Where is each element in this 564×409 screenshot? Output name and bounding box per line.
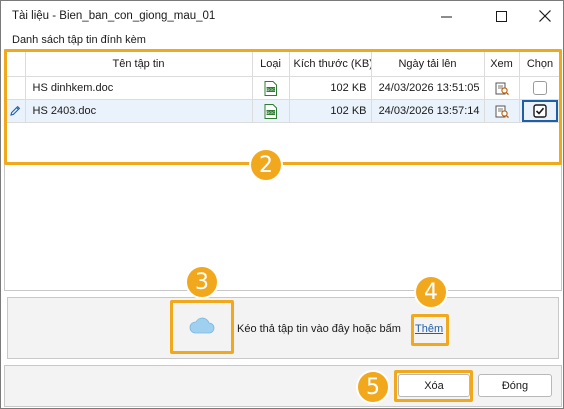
view-file-icon[interactable] — [495, 82, 509, 95]
file-size: 102 KB — [288, 76, 372, 100]
close-icon — [539, 10, 551, 22]
file-type-cell: DOC — [251, 76, 290, 100]
window-title: Tài liệu - Bien_ban_con_giong_mau_01 — [12, 10, 216, 22]
close-dialog-button[interactable]: Đóng — [478, 374, 552, 397]
table-row[interactable]: HS dinhkem.doc DOC 102 KB 24/03/2026 13:… — [5, 76, 562, 100]
minimize-icon — [440, 16, 452, 17]
svg-text:DOC: DOC — [266, 110, 275, 115]
column-header-select[interactable]: Chọn — [518, 50, 562, 77]
file-size: 102 KB — [288, 99, 372, 123]
edit-pencil-icon — [9, 105, 20, 116]
column-header-date[interactable]: Ngày tải lên — [370, 50, 485, 77]
delete-button[interactable]: Xóa — [398, 374, 470, 397]
callout-badge-5: 5 — [356, 370, 390, 404]
table-header-row: Tên tập tin Loại Kích thước (KB) Ngày tả… — [5, 50, 562, 77]
callout-badge-4: 4 — [414, 275, 448, 309]
column-header-size[interactable]: Kích thước (KB) — [288, 50, 372, 77]
select-cell — [518, 76, 562, 100]
minimize-button[interactable] — [429, 1, 463, 31]
callout-badge-3: 3 — [185, 265, 219, 299]
upload-date: 24/03/2026 13:57:14 — [370, 99, 485, 123]
drop-instruction-text: Kéo thả tập tin vào đây hoặc bấm — [237, 323, 401, 335]
file-name: HS 2403.doc — [24, 99, 253, 123]
maximize-button[interactable] — [484, 1, 518, 31]
close-button[interactable] — [528, 1, 562, 31]
view-cell — [483, 76, 520, 100]
view-cell — [483, 99, 520, 123]
word-doc-icon: DOC — [264, 103, 277, 119]
select-cell — [518, 99, 562, 123]
section-title: Danh sách tập tin đính kèm — [12, 34, 146, 46]
maximize-icon — [495, 10, 507, 22]
column-header-name[interactable]: Tên tập tin — [24, 50, 253, 77]
word-doc-icon: DOC — [264, 80, 277, 96]
row-indicator-header — [5, 50, 26, 77]
select-checkbox-checked[interactable] — [533, 104, 547, 118]
select-cell-focus — [522, 100, 558, 122]
view-file-icon[interactable] — [495, 105, 509, 118]
callout-badge-2: 2 — [249, 148, 283, 182]
table-row[interactable]: HS 2403.doc DOC 102 KB 24/03/2026 13:57:… — [5, 99, 562, 123]
attachments-dialog: Tài liệu - Bien_ban_con_giong_mau_01 Dan… — [0, 0, 564, 409]
title-bar: Tài liệu - Bien_ban_con_giong_mau_01 — [1, 1, 563, 31]
svg-text:DOC: DOC — [266, 87, 275, 92]
column-header-view[interactable]: Xem — [483, 50, 520, 77]
file-type-cell: DOC — [251, 99, 290, 123]
row-indicator — [5, 99, 26, 123]
file-name: HS dinhkem.doc — [24, 76, 253, 100]
cloud-upload-icon — [189, 317, 215, 334]
row-indicator — [5, 76, 26, 100]
add-file-link[interactable]: Thêm — [415, 323, 443, 335]
select-checkbox[interactable] — [533, 81, 547, 95]
attachment-grid: Tên tập tin Loại Kích thước (KB) Ngày tả… — [4, 49, 562, 291]
attachment-table: Tên tập tin Loại Kích thước (KB) Ngày tả… — [5, 50, 562, 123]
upload-date: 24/03/2026 13:51:05 — [370, 76, 485, 100]
column-header-type[interactable]: Loại — [251, 50, 290, 77]
